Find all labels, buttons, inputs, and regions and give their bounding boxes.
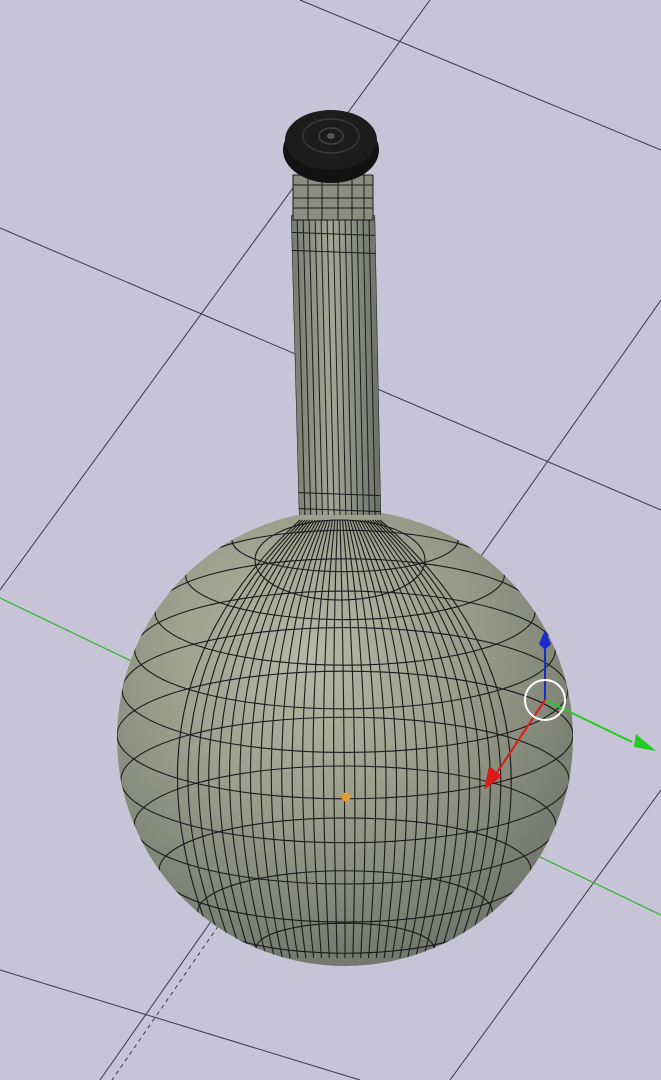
flask-sphere[interactable] [117,508,573,973]
flask-neck[interactable] [280,215,390,515]
object-origin-marker [341,792,351,802]
3d-viewport[interactable] [0,0,661,1080]
grid-line [0,969,361,1080]
flask-cap[interactable] [283,110,379,183]
y-axis-arrow-icon[interactable] [634,734,656,751]
viewport-scene [0,0,661,1080]
